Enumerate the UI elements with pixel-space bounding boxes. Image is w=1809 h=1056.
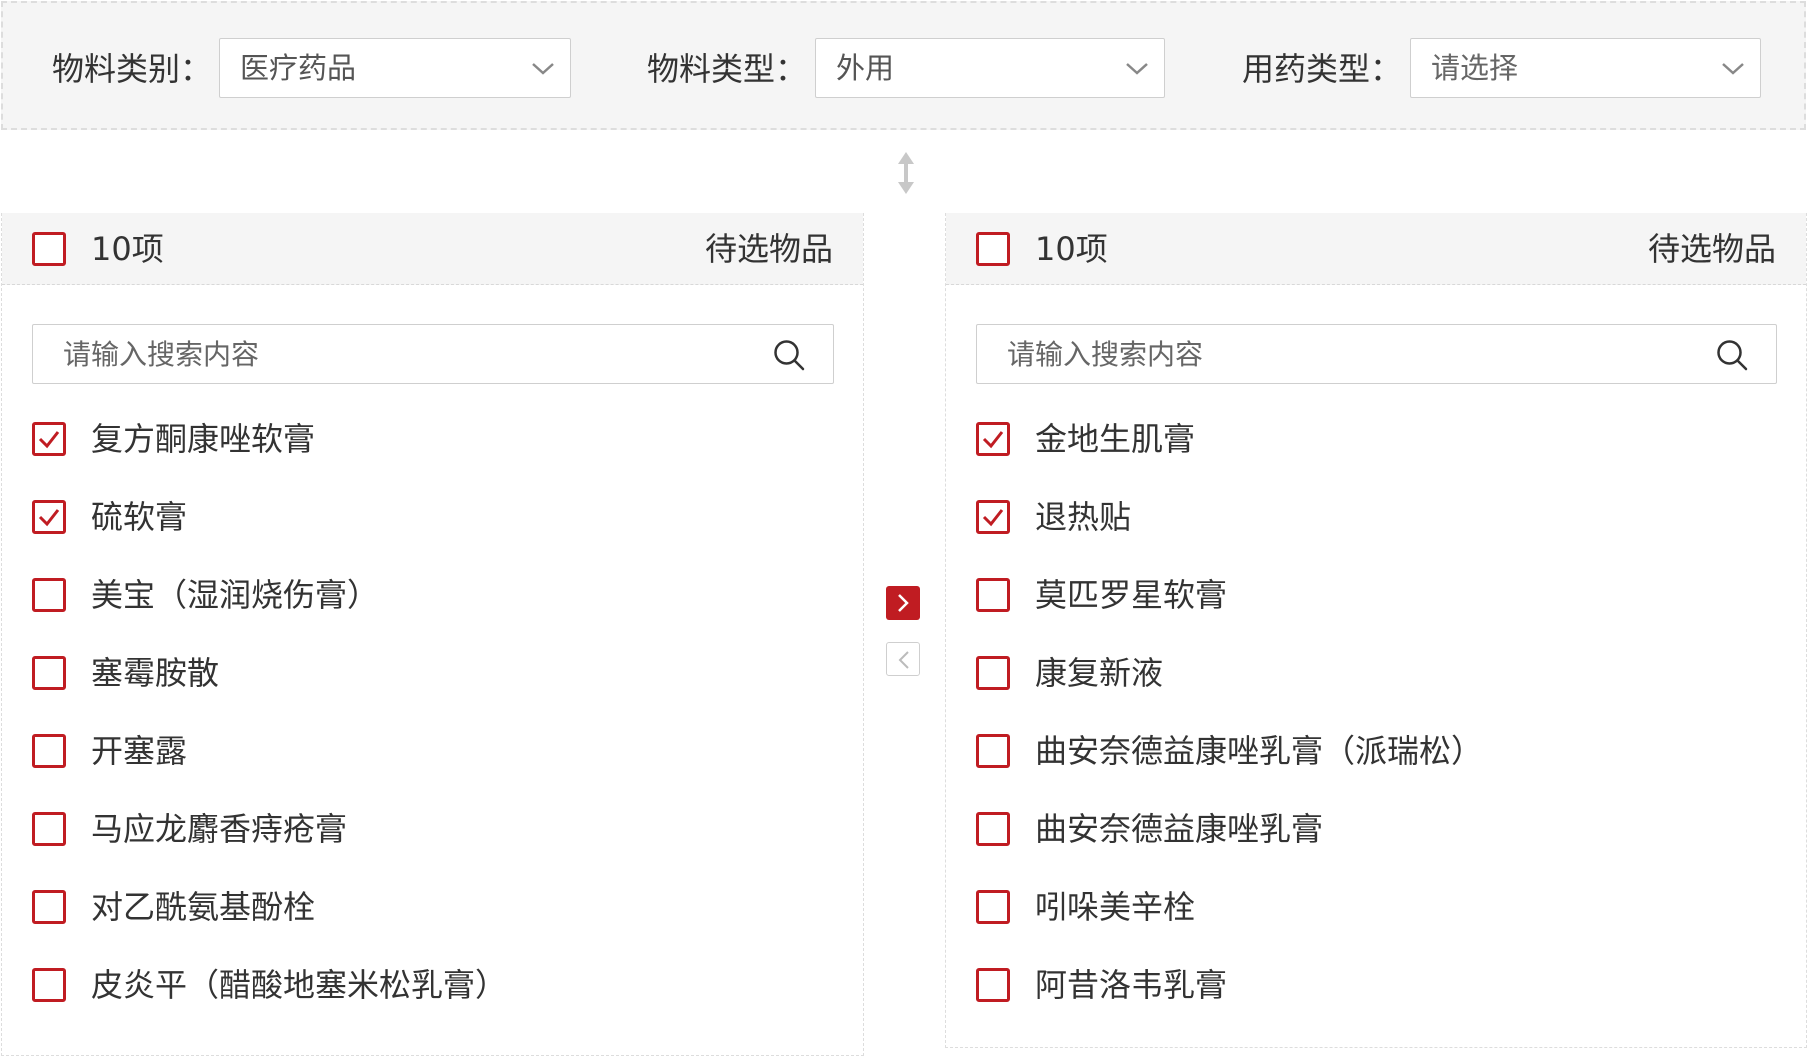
target-item-count: 10项 — [1035, 230, 1108, 268]
search-icon[interactable] — [1716, 339, 1748, 371]
list-item[interactable]: 美宝（湿润烧伤膏） — [2, 568, 863, 628]
item-checkbox[interactable] — [32, 500, 66, 534]
list-item[interactable]: 开塞露 — [2, 724, 863, 784]
chevron-down-icon — [1126, 63, 1148, 75]
item-label: 开塞露 — [91, 732, 188, 770]
filter-label-type: 物料类型： — [647, 50, 808, 88]
item-checkbox[interactable] — [32, 968, 66, 1002]
item-checkbox[interactable] — [976, 578, 1010, 612]
source-panel-header: 10项 待选物品 — [2, 213, 863, 285]
item-label: 硫软膏 — [91, 498, 188, 536]
item-label: 阿昔洛韦乳膏 — [1035, 966, 1228, 1004]
type-select-value: 外用 — [836, 51, 895, 85]
item-checkbox[interactable] — [976, 812, 1010, 846]
category-select[interactable]: 医疗药品 — [219, 38, 571, 98]
search-icon[interactable] — [773, 339, 805, 371]
item-checkbox[interactable] — [32, 734, 66, 768]
list-item[interactable]: 退热贴 — [946, 490, 1806, 550]
list-item[interactable]: 对乙酰氨基酚栓 — [2, 880, 863, 940]
filter-label-medication: 用药类型： — [1242, 50, 1403, 88]
check-icon — [982, 509, 1004, 527]
move-right-button[interactable] — [886, 586, 920, 620]
item-label: 复方酮康唑软膏 — [91, 420, 316, 458]
target-search-input[interactable] — [977, 325, 1776, 383]
item-checkbox[interactable] — [976, 968, 1010, 1002]
item-checkbox[interactable] — [976, 890, 1010, 924]
item-label: 对乙酰氨基酚栓 — [91, 888, 316, 926]
item-label: 皮炎平（醋酸地塞米松乳膏） — [91, 966, 508, 1004]
item-checkbox[interactable] — [976, 734, 1010, 768]
source-search[interactable] — [32, 324, 834, 384]
item-checkbox[interactable] — [32, 656, 66, 690]
filter-label-category: 物料类别： — [52, 50, 213, 88]
item-checkbox[interactable] — [32, 812, 66, 846]
check-icon — [38, 431, 60, 449]
chevron-right-icon — [898, 594, 909, 612]
list-item[interactable]: 复方酮康唑软膏 — [2, 412, 863, 472]
item-checkbox[interactable] — [32, 890, 66, 924]
item-checkbox[interactable] — [976, 656, 1010, 690]
list-item[interactable]: 马应龙麝香痔疮膏 — [2, 802, 863, 862]
source-search-input[interactable] — [33, 325, 833, 383]
target-panel-title: 待选物品 — [1647, 230, 1776, 268]
item-label: 马应龙麝香痔疮膏 — [91, 810, 348, 848]
medication-select-placeholder: 请选择 — [1431, 51, 1519, 85]
chevron-down-icon — [1722, 63, 1744, 75]
item-checkbox[interactable] — [976, 422, 1010, 456]
target-panel-header: 10项 待选物品 — [946, 213, 1806, 285]
type-select[interactable]: 外用 — [815, 38, 1165, 98]
list-item[interactable]: 硫软膏 — [2, 490, 863, 550]
source-item-count: 10项 — [91, 230, 164, 268]
list-item[interactable]: 曲安奈德益康唑乳膏（派瑞松） — [946, 724, 1806, 784]
item-checkbox[interactable] — [32, 422, 66, 456]
vertical-resize-icon[interactable] — [893, 151, 919, 195]
target-search[interactable] — [976, 324, 1777, 384]
item-label: 退热贴 — [1035, 498, 1132, 536]
item-label: 曲安奈德益康唑乳膏（派瑞松） — [1035, 732, 1484, 770]
list-item[interactable]: 康复新液 — [946, 646, 1806, 706]
select-all-checkbox[interactable] — [32, 232, 66, 266]
select-all-checkbox[interactable] — [976, 232, 1010, 266]
item-label: 莫匹罗星软膏 — [1035, 576, 1228, 614]
list-item[interactable]: 皮炎平（醋酸地塞米松乳膏） — [2, 958, 863, 1018]
item-checkbox[interactable] — [976, 500, 1010, 534]
medication-select[interactable]: 请选择 — [1410, 38, 1761, 98]
source-panel-title: 待选物品 — [704, 230, 833, 268]
item-label: 塞霉胺散 — [91, 654, 220, 692]
chevron-down-icon — [532, 63, 554, 75]
item-label: 康复新液 — [1035, 654, 1164, 692]
chevron-left-icon — [898, 651, 909, 669]
target-panel: 10项 待选物品 金地生肌膏 退热贴 莫匹罗星软膏 康复新液 曲安奈德益康唑乳膏… — [945, 213, 1807, 1048]
list-item[interactable]: 吲哚美辛栓 — [946, 880, 1806, 940]
category-select-value: 医疗药品 — [240, 51, 357, 85]
item-label: 曲安奈德益康唑乳膏 — [1035, 810, 1324, 848]
source-panel: 10项 待选物品 复方酮康唑软膏 硫软膏 美宝（湿润烧伤膏） 塞霉胺散 开塞露 … — [1, 213, 864, 1056]
item-label: 美宝（湿润烧伤膏） — [91, 576, 380, 614]
check-icon — [38, 509, 60, 527]
list-item[interactable]: 阿昔洛韦乳膏 — [946, 958, 1806, 1018]
list-item[interactable]: 金地生肌膏 — [946, 412, 1806, 472]
check-icon — [982, 431, 1004, 449]
list-item[interactable]: 莫匹罗星软膏 — [946, 568, 1806, 628]
item-label: 金地生肌膏 — [1035, 420, 1196, 458]
list-item[interactable]: 曲安奈德益康唑乳膏 — [946, 802, 1806, 862]
move-left-button[interactable] — [886, 642, 920, 676]
filter-bar: 物料类别： 医疗药品 物料类型： 外用 用药类型： 请选择 — [1, 1, 1806, 130]
item-label: 吲哚美辛栓 — [1035, 888, 1196, 926]
item-checkbox[interactable] — [32, 578, 66, 612]
list-item[interactable]: 塞霉胺散 — [2, 646, 863, 706]
